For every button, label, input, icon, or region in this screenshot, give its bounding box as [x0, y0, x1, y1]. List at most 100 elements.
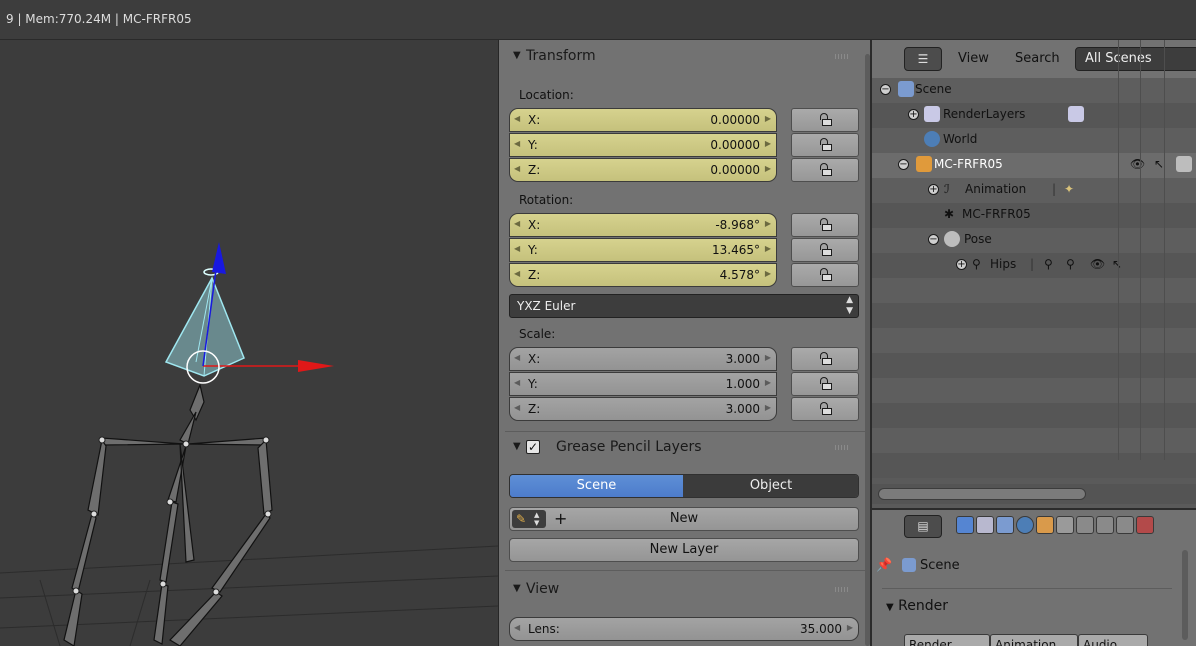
selectable-cursor-icon[interactable]: ↖	[1154, 157, 1164, 171]
transform-panel-header[interactable]: ▼ Transform	[499, 42, 870, 72]
bone-context-icon[interactable]	[1096, 516, 1114, 534]
decrement-arrow-icon[interactable]: ◀	[514, 139, 520, 148]
display-mode-select[interactable]: All Scenes	[1075, 47, 1196, 71]
drag-grip-icon[interactable]	[835, 587, 849, 592]
decrement-arrow-icon[interactable]: ◀	[514, 403, 520, 412]
render-panel-header[interactable]: ▼ Render	[886, 598, 948, 614]
collapse-triangle-icon[interactable]: ▼	[886, 602, 894, 613]
lock-location-z-button[interactable]	[791, 158, 859, 182]
lock-rotation-z-button[interactable]	[791, 263, 859, 287]
increment-arrow-icon[interactable]: ▶	[765, 353, 771, 362]
outliner-row-armature-object[interactable]: − MC-FRFR05 👁 ↖	[872, 153, 1196, 178]
expand-icon[interactable]: +	[928, 184, 939, 195]
tab-scene[interactable]: Scene	[510, 475, 683, 497]
increment-arrow-icon[interactable]: ▶	[765, 164, 771, 173]
lock-rotation-x-button[interactable]	[791, 213, 859, 237]
properties-editor[interactable]: ▤ 📌 Scene ▼ Render Render Animation Audi…	[870, 508, 1196, 646]
properties-sidebar[interactable]: ▼ Transform Location: ◀ X: 0.00000 ▶ ◀ Y: 0.0…	[498, 40, 870, 646]
tab-object[interactable]: Object	[683, 475, 858, 497]
lock-scale-z-button[interactable]	[791, 397, 859, 421]
collapse-triangle-icon[interactable]: ▼	[513, 50, 521, 61]
expand-icon[interactable]: +	[908, 109, 919, 120]
render-button[interactable]: Render	[904, 634, 990, 646]
rotation-mode-select[interactable]: YXZ Euler ▲ ▼	[509, 294, 859, 318]
outliner-row-armature-data[interactable]: ✱ MC-FRFR05	[872, 203, 1196, 228]
location-x-field[interactable]: ◀ X: 0.00000 ▶	[509, 108, 777, 132]
collapse-icon[interactable]: −	[898, 159, 909, 170]
drag-grip-icon[interactable]	[835, 54, 849, 59]
visibility-eye-icon[interactable]: 👁	[1090, 257, 1105, 271]
grease-pencil-panel-header[interactable]: ▼ ✓ Grease Pencil Layers	[499, 433, 870, 463]
grease-pencil-source-toggle[interactable]: Scene Object	[509, 474, 859, 498]
decrement-arrow-icon[interactable]: ◀	[514, 378, 520, 387]
increment-arrow-icon[interactable]: ▶	[765, 219, 771, 228]
visibility-eye-icon[interactable]: 👁	[1130, 157, 1145, 171]
increment-arrow-icon[interactable]: ▶	[765, 139, 771, 148]
increment-arrow-icon[interactable]: ▶	[765, 114, 771, 123]
lock-location-y-button[interactable]	[791, 133, 859, 157]
armature-context-icon[interactable]	[1076, 516, 1094, 534]
render-context-icon[interactable]	[956, 516, 974, 534]
editor-type-button[interactable]: ▤	[904, 515, 942, 538]
renderable-camera-icon[interactable]	[1176, 156, 1192, 172]
lock-location-x-button[interactable]	[791, 108, 859, 132]
world-context-icon[interactable]	[1016, 516, 1034, 534]
rotation-x-field[interactable]: ◀ X: -8.968° ▶	[509, 213, 777, 237]
scroll-thumb[interactable]	[878, 488, 1086, 500]
animation-button[interactable]: Animation	[990, 634, 1078, 646]
decrement-arrow-icon[interactable]: ◀	[514, 164, 520, 173]
drag-grip-icon[interactable]	[835, 445, 849, 450]
decrement-arrow-icon[interactable]: ◀	[514, 244, 520, 253]
decrement-arrow-icon[interactable]: ◀	[514, 114, 520, 123]
new-layer-button[interactable]: New Layer	[509, 538, 859, 562]
increment-arrow-icon[interactable]: ▶	[765, 403, 771, 412]
selected-bone[interactable]	[164, 268, 245, 377]
collapse-icon[interactable]: −	[928, 234, 939, 245]
scale-x-field[interactable]: ◀ X: 3.000 ▶	[509, 347, 777, 371]
outliner-row-animation[interactable]: + ℐ Animation | ✦	[872, 178, 1196, 203]
bone-constraint-context-icon[interactable]	[1116, 516, 1134, 534]
editor-type-button[interactable]: ☰	[904, 47, 942, 71]
lock-scale-x-button[interactable]	[791, 347, 859, 371]
lens-field[interactable]: ◀ Lens: 35.000 ▶	[509, 617, 859, 641]
lock-rotation-y-button[interactable]	[791, 238, 859, 262]
pencil-browse-icon[interactable]: ✎ ▲ ▼	[512, 510, 546, 528]
expand-icon[interactable]: +	[956, 259, 967, 270]
increment-arrow-icon[interactable]: ▶	[765, 378, 771, 387]
outliner-row-hips[interactable]: + ⚲ Hips | ⚲ ⚲ 👁 ↖	[872, 253, 1196, 278]
scale-z-field[interactable]: ◀ Z: 3.000 ▶	[509, 397, 777, 421]
rotation-y-field[interactable]: ◀ Y: 13.465° ▶	[509, 238, 777, 262]
panel-scrollbar[interactable]	[1182, 550, 1188, 640]
decrement-arrow-icon[interactable]: ◀	[514, 353, 520, 362]
scale-y-field[interactable]: ◀ Y: 1.000 ▶	[509, 372, 777, 396]
location-z-field[interactable]: ◀ Z: 0.00000 ▶	[509, 158, 777, 182]
outliner[interactable]: ☰ View Search All Scenes − Scene + Rende…	[870, 40, 1196, 508]
menu-view[interactable]: View	[958, 51, 989, 66]
pin-icon[interactable]: 📌	[876, 558, 892, 573]
outliner-row-world[interactable]: World	[872, 128, 1196, 153]
collapse-triangle-icon[interactable]: ▼	[513, 583, 521, 594]
outliner-row-scene[interactable]: − Scene	[872, 78, 1196, 103]
viewport-canvas[interactable]	[0, 40, 498, 646]
increment-arrow-icon[interactable]: ▶	[847, 623, 853, 632]
increment-arrow-icon[interactable]: ▶	[765, 269, 771, 278]
new-grease-pencil-button[interactable]: ✎ ▲ ▼ + New	[509, 507, 859, 531]
texture-context-icon[interactable]	[1136, 516, 1154, 534]
outliner-row-renderlayers[interactable]: + RenderLayers	[872, 103, 1196, 128]
collapse-triangle-icon[interactable]: ▼	[513, 441, 521, 452]
outliner-hscrollbar[interactable]	[872, 484, 1196, 504]
decrement-arrow-icon[interactable]: ◀	[514, 219, 520, 228]
constraints-context-icon[interactable]	[1056, 516, 1074, 534]
audio-button[interactable]: Audio	[1078, 634, 1148, 646]
rotation-z-field[interactable]: ◀ Z: 4.578° ▶	[509, 263, 777, 287]
decrement-arrow-icon[interactable]: ◀	[514, 269, 520, 278]
lock-scale-y-button[interactable]	[791, 372, 859, 396]
decrement-arrow-icon[interactable]: ◀	[514, 623, 520, 632]
renderlayers-context-icon[interactable]	[976, 516, 994, 534]
scene-context-icon[interactable]	[996, 516, 1014, 534]
grease-pencil-checkbox[interactable]: ✓	[526, 440, 540, 454]
collapse-icon[interactable]: −	[880, 84, 891, 95]
object-context-icon[interactable]	[1036, 516, 1054, 534]
menu-search[interactable]: Search	[1015, 51, 1060, 66]
location-y-field[interactable]: ◀ Y: 0.00000 ▶	[509, 133, 777, 157]
